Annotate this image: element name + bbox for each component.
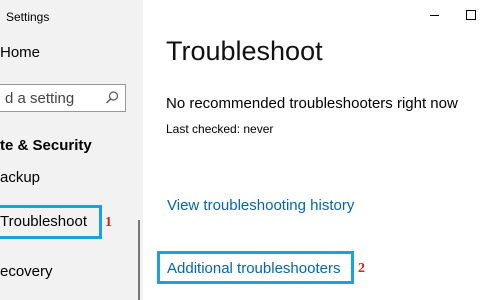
search-placeholder: d a setting bbox=[5, 90, 75, 107]
annotation-marker-2: 2 bbox=[358, 261, 365, 276]
status-text: No recommended troubleshooters right now bbox=[166, 95, 458, 112]
window-title: Settings bbox=[6, 10, 50, 24]
last-checked-text: Last checked: never bbox=[166, 122, 274, 136]
highlight-box-troubleshoot bbox=[0, 205, 102, 239]
view-history-link[interactable]: View troubleshooting history bbox=[167, 197, 354, 214]
sidebar: Settings Home d a setting te & Security … bbox=[0, 0, 143, 300]
search-input[interactable]: d a setting bbox=[0, 84, 126, 112]
section-title: te & Security bbox=[0, 137, 92, 154]
highlight-box-additional bbox=[157, 251, 354, 284]
search-icon[interactable] bbox=[104, 90, 120, 106]
maximize-icon[interactable] bbox=[462, 6, 480, 26]
minimize-icon[interactable] bbox=[425, 6, 445, 26]
page-title: Troubleshoot bbox=[166, 36, 323, 66]
sidebar-item-recovery[interactable]: ecovery bbox=[0, 263, 53, 280]
annotation-marker-1: 1 bbox=[105, 215, 112, 230]
sidebar-item-backup[interactable]: ackup bbox=[0, 169, 40, 186]
sidebar-item-home[interactable]: Home bbox=[0, 44, 40, 61]
sidebar-scrollbar[interactable] bbox=[138, 220, 140, 300]
